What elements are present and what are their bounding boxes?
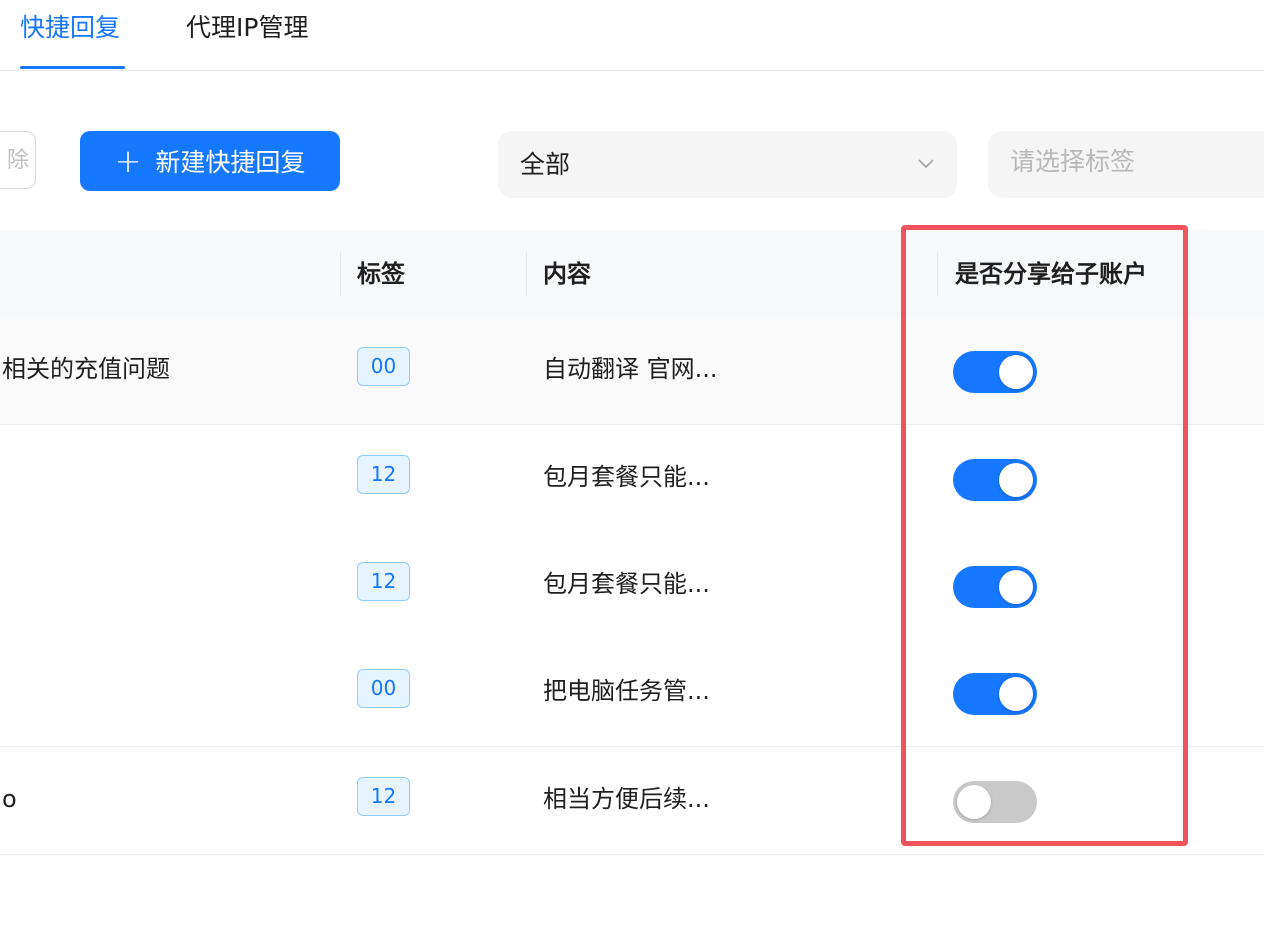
header-share-to-subaccount: 是否分享给子账户 [955,260,1147,288]
header-tag: 标签 [357,260,405,288]
table-header: 标签 内容 是否分享给子账户 [0,230,1264,318]
new-quick-reply-label: 新建快捷回复 [155,148,306,177]
reply-content: 自动翻译 官网... [543,355,718,383]
toggle-knob [999,463,1033,497]
toggle-knob [999,570,1033,604]
tab-quick-reply[interactable]: 快捷回复 [20,10,120,46]
table-row: o 12 相当方便后续... [0,747,1264,855]
reply-content: 相当方便后续... [543,785,710,813]
table-row: 12 包月套餐只能... [0,425,1264,533]
share-toggle[interactable] [953,673,1037,715]
tag-badge: 12 [357,777,410,816]
scope-select[interactable]: 全部 [498,131,957,198]
toggle-knob [957,785,991,819]
column-divider [340,252,341,296]
reply-content: 包月套餐只能... [543,570,710,598]
toggle-knob [999,677,1033,711]
share-toggle[interactable] [953,781,1037,823]
tag-badge: 12 [357,455,410,494]
share-toggle[interactable] [953,459,1037,501]
tab-proxy-ip[interactable]: 代理IP管理 [186,10,308,46]
table-row: 相关的充值问题 00 自动翻译 官网... [0,317,1264,425]
toggle-knob [999,355,1033,389]
scope-select-value: 全部 [520,150,571,179]
reply-content: 包月套餐只能... [543,463,710,491]
share-toggle[interactable] [953,566,1037,608]
header-content: 内容 [543,260,591,288]
tag-badge: 00 [357,669,410,708]
column-divider [937,252,938,296]
chevron-down-icon [918,159,934,169]
tab-bar: 快捷回复 代理IP管理 [0,0,1264,71]
reply-title: 相关的充值问题 [2,355,170,383]
new-quick-reply-button[interactable]: + 新建快捷回复 [80,131,340,191]
reply-content: 把电脑任务管... [543,677,710,705]
reply-title: o [2,785,17,813]
tag-select-placeholder: 请选择标签 [1010,147,1136,176]
active-tab-indicator [20,66,125,69]
table-row: 00 把电脑任务管... [0,639,1264,747]
tag-badge: 00 [357,347,410,386]
tag-select[interactable]: 请选择标签 [988,131,1264,198]
delete-button[interactable]: 除 [0,131,36,189]
tag-badge: 12 [357,562,410,601]
column-divider [526,252,527,296]
share-toggle[interactable] [953,351,1037,393]
plus-icon: + [114,142,142,180]
table-row: 12 包月套餐只能... [0,532,1264,640]
